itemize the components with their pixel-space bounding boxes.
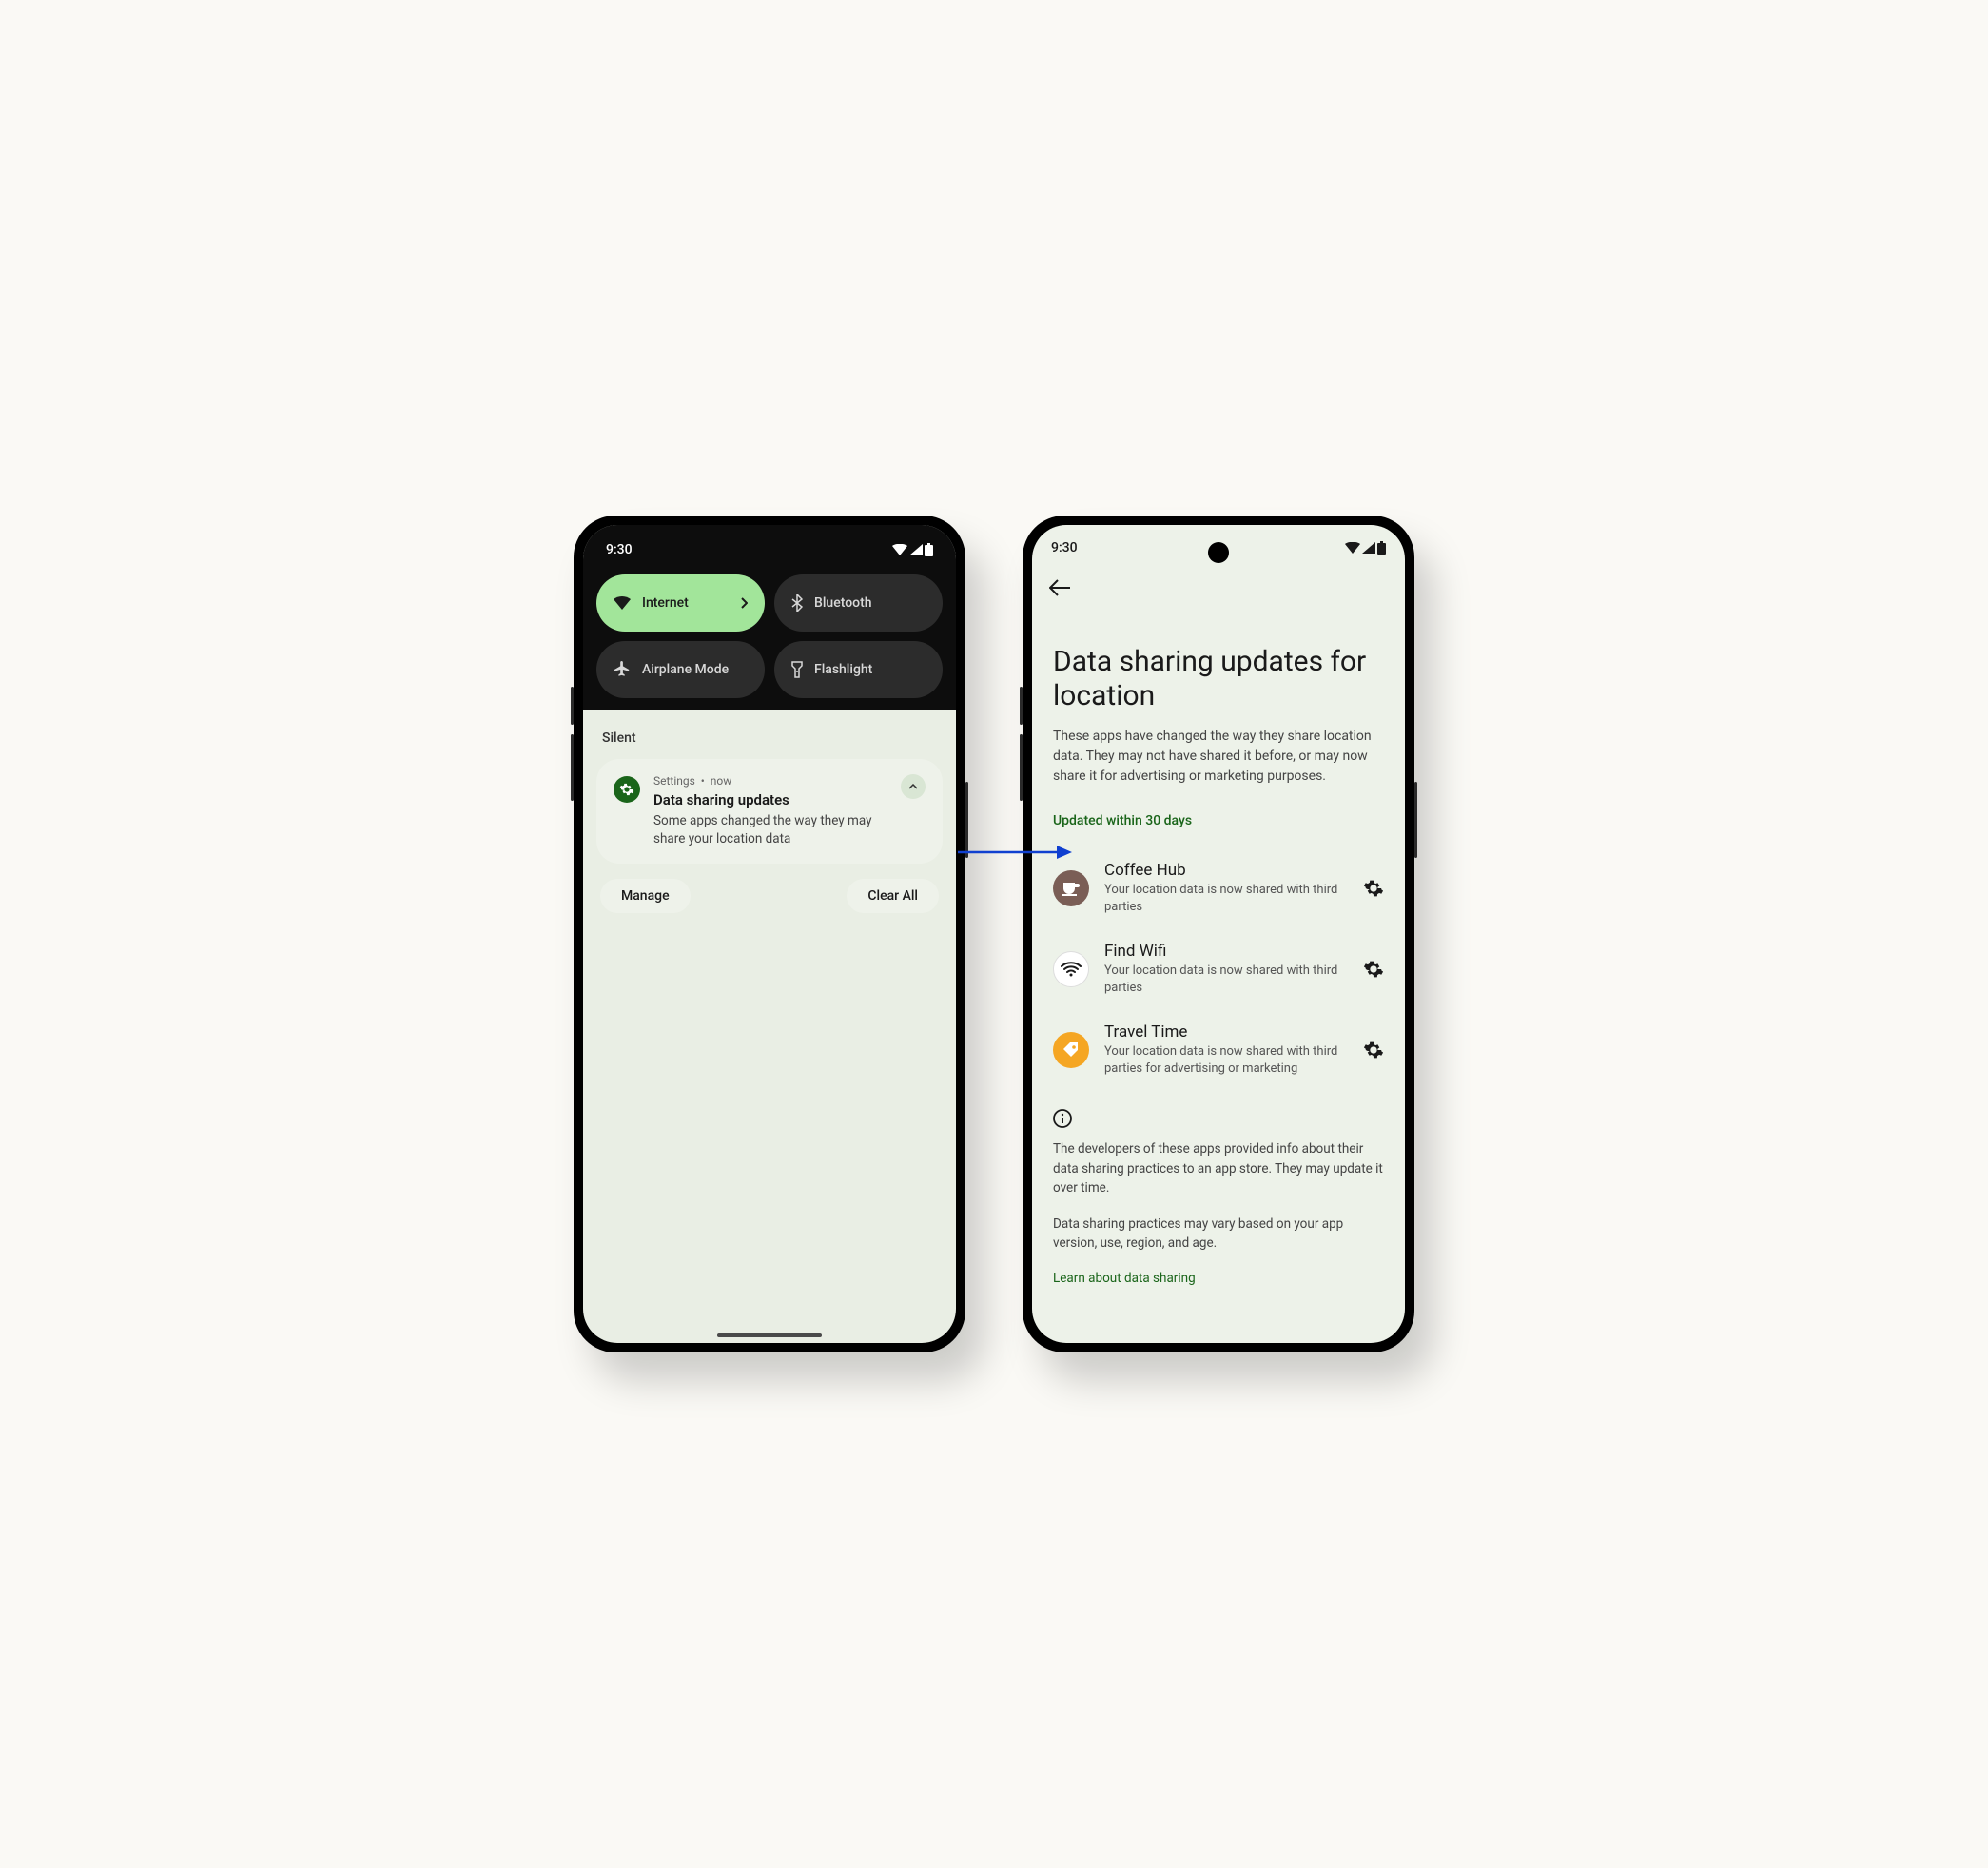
flow-arrow [958, 843, 1072, 862]
status-icons [1345, 541, 1386, 555]
coffee-cup-icon [1062, 881, 1081, 896]
arrow-back-icon [1049, 579, 1070, 596]
clear-all-button[interactable]: Clear All [847, 879, 939, 913]
chevron-up-icon [908, 784, 918, 789]
app-row-travel-time[interactable]: Travel Time Your location data is now sh… [1053, 1009, 1384, 1090]
collapse-button[interactable] [901, 774, 926, 799]
qs-label: Flashlight [814, 662, 872, 677]
volume-button-2 [571, 734, 574, 801]
info-icon [1053, 1109, 1384, 1128]
qs-label: Bluetooth [814, 595, 872, 611]
quick-settings-panel: 9:30 Internet [583, 525, 956, 710]
camera-hole [1208, 542, 1229, 563]
notification-card[interactable]: Settings • now Data sharing updates Some… [596, 759, 943, 864]
qs-label: Internet [642, 595, 689, 611]
app-subtitle: Your location data is now shared with th… [1104, 1043, 1348, 1077]
phone-left: 9:30 Internet [574, 516, 965, 1352]
settings-app-icon [614, 776, 640, 803]
notification-body: Some apps changed the way they may share… [653, 812, 887, 848]
gear-icon [1363, 1040, 1384, 1060]
back-button[interactable] [1049, 569, 1087, 607]
gear-icon [619, 782, 634, 797]
flashlight-icon [791, 661, 803, 678]
signal-icon [909, 544, 923, 555]
volume-button [1020, 687, 1023, 725]
app-name: Coffee Hub [1104, 861, 1348, 880]
signal-icon [1362, 542, 1375, 554]
arrow-right-icon [958, 843, 1072, 862]
notification-title: Data sharing updates [653, 791, 887, 808]
app-settings-button[interactable] [1363, 878, 1384, 899]
app-subtitle: Your location data is now shared with th… [1104, 963, 1348, 996]
wifi-icon [892, 544, 907, 555]
manage-button[interactable]: Manage [600, 879, 691, 913]
app-name: Find Wifi [1104, 942, 1348, 961]
volume-button-2 [1020, 734, 1023, 801]
gear-icon [1363, 959, 1384, 980]
app-name: Travel Time [1104, 1022, 1348, 1041]
status-bar: 9:30 [596, 538, 943, 574]
info-icon [1053, 1109, 1072, 1128]
tag-icon [1062, 1041, 1081, 1060]
gear-icon [1363, 878, 1384, 899]
qs-label: Airplane Mode [642, 662, 729, 677]
status-time: 9:30 [606, 542, 633, 557]
notification-header: Settings • now [653, 774, 887, 788]
app-icon-travel [1053, 1032, 1089, 1068]
qs-tile-airplane[interactable]: Airplane Mode [596, 641, 765, 698]
wifi-icon [1061, 962, 1082, 977]
phone-right: 9:30 Data sharing updates for location T… [1023, 516, 1414, 1352]
bluetooth-icon [791, 594, 803, 612]
status-icons [892, 543, 933, 556]
app-row-coffee-hub[interactable]: Coffee Hub Your location data is now sha… [1053, 847, 1384, 928]
airplane-icon [614, 661, 631, 678]
info-paragraph-1: The developers of these apps provided in… [1053, 1139, 1384, 1197]
volume-button [571, 687, 574, 725]
app-subtitle: Your location data is now shared with th… [1104, 882, 1348, 915]
page-description: These apps have changed the way they sha… [1053, 727, 1384, 787]
power-button [1414, 782, 1417, 858]
info-paragraph-2: Data sharing practices may vary based on… [1053, 1215, 1384, 1254]
wifi-icon [1345, 542, 1360, 554]
qs-tile-internet[interactable]: Internet [596, 574, 765, 632]
battery-icon [1377, 541, 1386, 555]
app-settings-button[interactable] [1363, 959, 1384, 980]
page-title: Data sharing updates for location [1053, 645, 1384, 713]
wifi-icon [614, 596, 631, 610]
app-icon-coffee [1053, 870, 1089, 906]
qs-tile-flashlight[interactable]: Flashlight [774, 641, 943, 698]
updated-within-label: Updated within 30 days [1053, 813, 1384, 828]
status-time: 9:30 [1051, 540, 1078, 555]
qs-tile-bluetooth[interactable]: Bluetooth [774, 574, 943, 632]
chevron-right-icon [740, 597, 748, 609]
battery-icon [925, 543, 933, 556]
app-settings-button[interactable] [1363, 1040, 1384, 1060]
app-row-find-wifi[interactable]: Find Wifi Your location data is now shar… [1053, 928, 1384, 1009]
learn-more-link[interactable]: Learn about data sharing [1053, 1271, 1384, 1286]
app-icon-wifi [1053, 951, 1089, 987]
section-silent: Silent [596, 723, 943, 759]
home-indicator[interactable] [717, 1333, 822, 1337]
